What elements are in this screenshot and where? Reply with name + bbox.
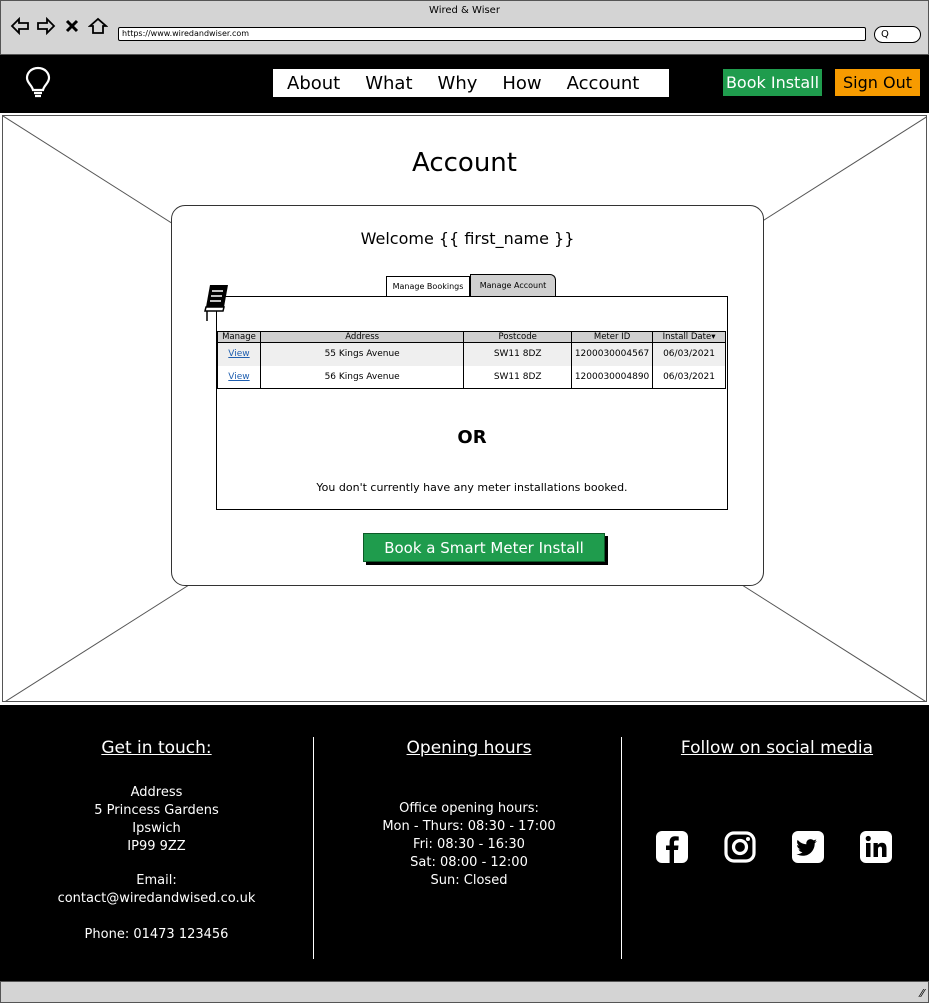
address-line-3: IP99 9ZZ — [127, 839, 186, 854]
nav-about[interactable]: About — [287, 73, 340, 94]
col-header-postcode[interactable]: Postcode — [463, 331, 573, 343]
cell-meter-id: 1200030004890 — [571, 365, 654, 389]
cell-address: 56 Kings Avenue — [259, 365, 465, 389]
tab-manage-bookings[interactable]: Manage Bookings — [386, 276, 470, 296]
footer-social: Follow on social media — [625, 705, 929, 758]
cell-postcode: SW11 8DZ — [463, 365, 573, 389]
hours-line: Sat: 08:00 - 12:00 — [410, 855, 528, 870]
browser-search-icon[interactable]: Q — [874, 26, 921, 43]
cell-meter-id: 1200030004567 — [571, 342, 654, 366]
view-link[interactable]: View — [217, 365, 261, 389]
contact-heading: Get in touch: — [101, 738, 212, 758]
footer-contact: Get in touch: Address 5 Princess Gardens… — [0, 705, 313, 944]
address-line-2: Ipswich — [132, 821, 181, 836]
cell-postcode: SW11 8DZ — [463, 342, 573, 366]
tab-manage-account[interactable]: Manage Account — [470, 274, 556, 296]
book-icon — [204, 285, 228, 321]
or-separator: OR — [457, 427, 487, 448]
col-header-manage[interactable]: Manage — [217, 331, 261, 343]
bookings-table: Manage Address Postcode Meter ID Install… — [217, 331, 726, 389]
nav-what[interactable]: What — [365, 73, 412, 94]
col-header-install-date[interactable]: Install Date▾ — [652, 331, 726, 343]
nav-why[interactable]: Why — [438, 73, 478, 94]
browser-nav-buttons — [10, 16, 109, 39]
table-header-row: Manage Address Postcode Meter ID Install… — [217, 331, 726, 343]
lightbulb-logo-icon[interactable] — [24, 65, 52, 101]
browser-status-bar: ⁄⁄ — [0, 981, 929, 1003]
hours-heading: Opening hours — [406, 738, 532, 758]
social-heading: Follow on social media — [680, 738, 874, 758]
footer-divider — [621, 737, 622, 959]
footer-hours: Opening hours Office opening hours: Mon … — [316, 705, 622, 890]
site-header: About What Why How Account Book Install … — [0, 55, 929, 113]
bookings-panel: Manage Address Postcode Meter ID Install… — [216, 296, 728, 510]
hours-intro: Office opening hours: — [399, 801, 539, 816]
hours-line: Fri: 08:30 - 16:30 — [413, 837, 525, 852]
sort-down-icon[interactable]: ▾ — [711, 332, 715, 342]
linkedin-icon[interactable] — [859, 830, 893, 864]
book-install-button[interactable]: Book Install — [723, 69, 822, 96]
back-arrow-icon[interactable] — [10, 16, 30, 39]
book-smart-meter-button[interactable]: Book a Smart Meter Install — [363, 533, 605, 562]
home-icon[interactable] — [87, 17, 109, 39]
phone-number: Phone: 01473 123456 — [84, 927, 229, 942]
address-line-1: 5 Princess Gardens — [94, 803, 219, 818]
site-footer: Get in touch: Address 5 Princess Gardens… — [0, 705, 929, 981]
stop-x-icon[interactable] — [62, 17, 82, 39]
instagram-icon[interactable] — [723, 830, 757, 864]
email-label: Email: — [136, 873, 177, 888]
view-link[interactable]: View — [217, 342, 261, 366]
empty-state-message: You don't currently have any meter insta… — [316, 481, 628, 494]
footer-divider — [313, 737, 314, 959]
page-title: Account — [412, 148, 517, 178]
resize-grip-icon[interactable]: ⁄⁄ — [920, 987, 924, 1000]
cell-install-date: 06/03/2021 — [652, 365, 726, 389]
main-content: Account Welcome {{ first_name }} Manage … — [2, 115, 927, 702]
col-header-meter-id[interactable]: Meter ID — [571, 331, 654, 343]
welcome-message: Welcome {{ first_name }} — [360, 229, 575, 248]
table-row: View 56 Kings Avenue SW11 8DZ 1200030004… — [217, 365, 726, 389]
hours-line: Mon - Thurs: 08:30 - 17:00 — [382, 819, 556, 834]
email-address[interactable]: contact@wiredandwised.co.uk — [0, 890, 313, 908]
facebook-icon[interactable] — [655, 830, 689, 864]
url-bar[interactable]: https://www.wiredandwiser.com — [118, 27, 866, 41]
sign-out-button[interactable]: Sign Out — [835, 69, 920, 96]
browser-toolbar: Wired & Wiser https://www.wiredandwiser.… — [0, 0, 929, 55]
cell-install-date: 06/03/2021 — [652, 342, 726, 366]
account-card: Welcome {{ first_name }} Manage Account … — [171, 205, 764, 586]
forward-arrow-icon[interactable] — [36, 16, 56, 39]
col-header-address[interactable]: Address — [259, 331, 465, 343]
twitter-icon[interactable] — [791, 830, 825, 864]
social-icons — [655, 830, 927, 864]
main-nav: About What Why How Account — [273, 69, 669, 97]
nav-account[interactable]: Account — [567, 73, 640, 94]
window-title: Wired & Wiser — [429, 5, 500, 16]
nav-how[interactable]: How — [502, 73, 541, 94]
address-label: Address — [130, 785, 183, 800]
table-row: View 55 Kings Avenue SW11 8DZ 1200030004… — [217, 342, 726, 366]
hours-line: Sun: Closed — [430, 873, 508, 888]
install-date-label: Install Date — [662, 332, 712, 342]
cell-address: 55 Kings Avenue — [259, 342, 465, 366]
